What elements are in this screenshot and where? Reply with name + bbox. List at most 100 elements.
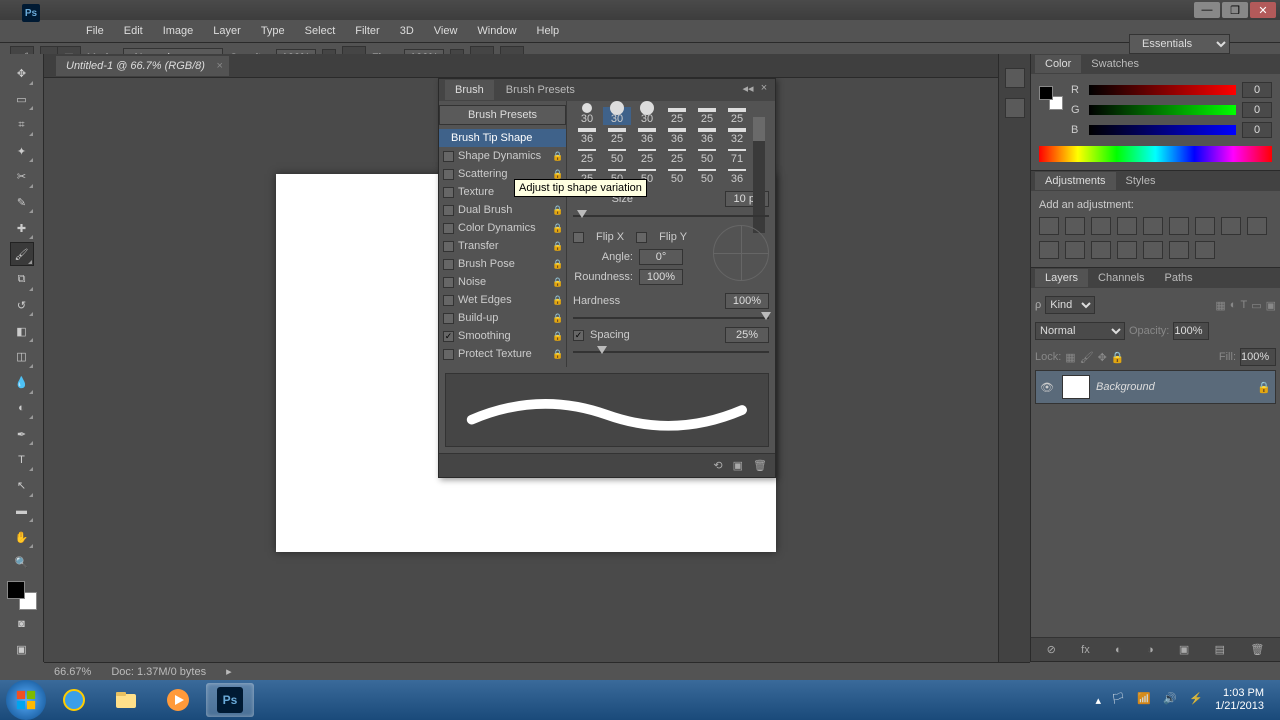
healing-tool[interactable]: ✚	[10, 216, 34, 240]
paths-tab[interactable]: Paths	[1155, 269, 1203, 287]
lock-all-icon[interactable]: 🔒	[1111, 351, 1125, 364]
threshold-adjustment[interactable]	[1143, 241, 1163, 259]
angle-widget[interactable]	[713, 225, 769, 281]
brush-tip-cell[interactable]: 36	[693, 127, 721, 145]
brush-tab[interactable]: Brush	[445, 80, 494, 100]
brush-tip-cell[interactable]: 36	[723, 167, 751, 185]
brush-option-build-up[interactable]: Build-up🔒	[439, 309, 566, 327]
lock-icon[interactable]: 🔒	[552, 223, 562, 234]
channels-tab[interactable]: Channels	[1088, 269, 1154, 287]
minimize-button[interactable]: —	[1194, 2, 1220, 18]
dodge-tool[interactable]: ◐	[10, 397, 34, 421]
pen-tool[interactable]: ✒	[10, 422, 34, 446]
history-dock-icon[interactable]	[1005, 68, 1025, 88]
hardness-input[interactable]	[725, 293, 769, 309]
brush-presets-tab[interactable]: Brush Presets	[496, 80, 585, 100]
brush-tip-cell[interactable]: 25	[663, 147, 691, 165]
color-panel-swatches[interactable]	[1039, 86, 1063, 110]
size-slider[interactable]	[573, 211, 769, 221]
spacing-input[interactable]	[725, 327, 769, 343]
channelmixer-adjustment[interactable]	[1039, 241, 1059, 259]
color-swatches[interactable]	[7, 581, 37, 611]
lock-icon[interactable]: 🔒	[552, 349, 562, 360]
foreground-color-swatch[interactable]	[7, 581, 25, 599]
brush-tip-cell[interactable]: 25	[663, 107, 691, 125]
lock-transparent-icon[interactable]: ▦	[1065, 351, 1075, 364]
b-input[interactable]	[1242, 122, 1272, 138]
move-tool[interactable]: ✥	[10, 62, 34, 86]
brush-tip-cell[interactable]: 30	[573, 107, 601, 125]
filter-shape-icon[interactable]: ▭	[1251, 299, 1261, 312]
brush-tip-cell[interactable]: 71	[723, 147, 751, 165]
brush-tip-cell[interactable]: 25	[633, 147, 661, 165]
flipy-checkbox[interactable]	[636, 232, 647, 243]
task-ie[interactable]	[50, 683, 98, 717]
brush-tip-cell[interactable]: 50	[693, 147, 721, 165]
layer-kind-filter[interactable]: Kind	[1045, 296, 1095, 314]
b-slider[interactable]	[1089, 125, 1236, 135]
checkbox[interactable]	[443, 277, 454, 288]
lock-icon[interactable]: 🔒	[552, 151, 562, 162]
selectivecolor-adjustment[interactable]	[1195, 241, 1215, 259]
checkbox[interactable]	[443, 223, 454, 234]
swatches-tab[interactable]: Swatches	[1081, 55, 1149, 73]
maximize-button[interactable]: ❐	[1222, 2, 1248, 18]
angle-input[interactable]	[639, 249, 683, 265]
layer-row-background[interactable]: 👁 Background 🔒	[1035, 370, 1276, 404]
checkbox[interactable]	[443, 151, 454, 162]
lock-icon[interactable]: 🔒	[552, 313, 562, 324]
lock-icon[interactable]: 🔒	[552, 331, 562, 342]
document-tab[interactable]: Untitled-1 @ 66.7% (RGB/8) ×	[56, 56, 229, 76]
g-slider[interactable]	[1089, 105, 1236, 115]
layer-fill-input[interactable]	[1240, 348, 1276, 366]
lock-icon[interactable]: 🔒	[552, 241, 562, 252]
lock-icon[interactable]: 🔒	[552, 295, 562, 306]
brush-tip-cell[interactable]: 36	[633, 127, 661, 145]
properties-dock-icon[interactable]	[1005, 98, 1025, 118]
path-select-tool[interactable]: ↖	[10, 474, 34, 498]
brightness-adjustment[interactable]	[1039, 217, 1059, 235]
task-explorer[interactable]	[102, 683, 150, 717]
doc-info-arrow[interactable]: ▸	[226, 665, 232, 678]
gradient-tool[interactable]: ◫	[10, 345, 34, 369]
start-button[interactable]	[6, 680, 46, 720]
menu-filter[interactable]: Filter	[345, 22, 389, 40]
brush-option-protect-texture[interactable]: Protect Texture🔒	[439, 345, 566, 363]
checkbox[interactable]	[443, 331, 454, 342]
clock[interactable]: 1:03 PM 1/21/2013	[1215, 687, 1264, 713]
tray-arrow-icon[interactable]: ▴	[1096, 694, 1102, 707]
checkbox[interactable]	[443, 313, 454, 324]
posterize-adjustment[interactable]	[1117, 241, 1137, 259]
brush-option-transfer[interactable]: Transfer🔒	[439, 237, 566, 255]
delete-brush-icon[interactable]: 🗑	[753, 459, 767, 472]
close-button[interactable]: ✕	[1250, 2, 1276, 18]
menu-3d[interactable]: 3D	[390, 22, 424, 40]
shape-tool[interactable]: ▬	[10, 500, 34, 524]
flipx-checkbox[interactable]	[573, 232, 584, 243]
brush-tip-cell[interactable]: 25	[573, 147, 601, 165]
new-layer-icon[interactable]: ▤	[1215, 643, 1225, 656]
brush-tip-cell[interactable]: 50	[693, 167, 721, 185]
r-slider[interactable]	[1089, 85, 1236, 95]
exposure-adjustment[interactable]	[1117, 217, 1137, 235]
checkbox[interactable]	[443, 205, 454, 216]
r-input[interactable]	[1242, 82, 1272, 98]
lock-icon[interactable]: 🔒	[552, 169, 562, 180]
photofilter-adjustment[interactable]	[1247, 217, 1267, 235]
levels-adjustment[interactable]	[1065, 217, 1085, 235]
brush-option-smoothing[interactable]: Smoothing🔒	[439, 327, 566, 345]
spectrum-bar[interactable]	[1039, 146, 1272, 162]
menu-select[interactable]: Select	[295, 22, 346, 40]
vibrance-adjustment[interactable]	[1143, 217, 1163, 235]
invert-adjustment[interactable]	[1091, 241, 1111, 259]
color-tab[interactable]: Color	[1035, 55, 1081, 73]
new-brush-icon[interactable]: ▣	[733, 459, 743, 472]
eraser-tool[interactable]: ◧	[10, 319, 34, 343]
brush-tip-cell[interactable]: 30	[603, 107, 631, 125]
doc-info-readout[interactable]: Doc: 1.37M/0 bytes	[111, 666, 206, 678]
layer-name[interactable]: Background	[1096, 381, 1155, 393]
layer-thumbnail[interactable]	[1062, 375, 1090, 399]
colorlookup-adjustment[interactable]	[1065, 241, 1085, 259]
lock-position-icon[interactable]: ✥	[1098, 351, 1107, 364]
styles-tab[interactable]: Styles	[1116, 172, 1166, 190]
